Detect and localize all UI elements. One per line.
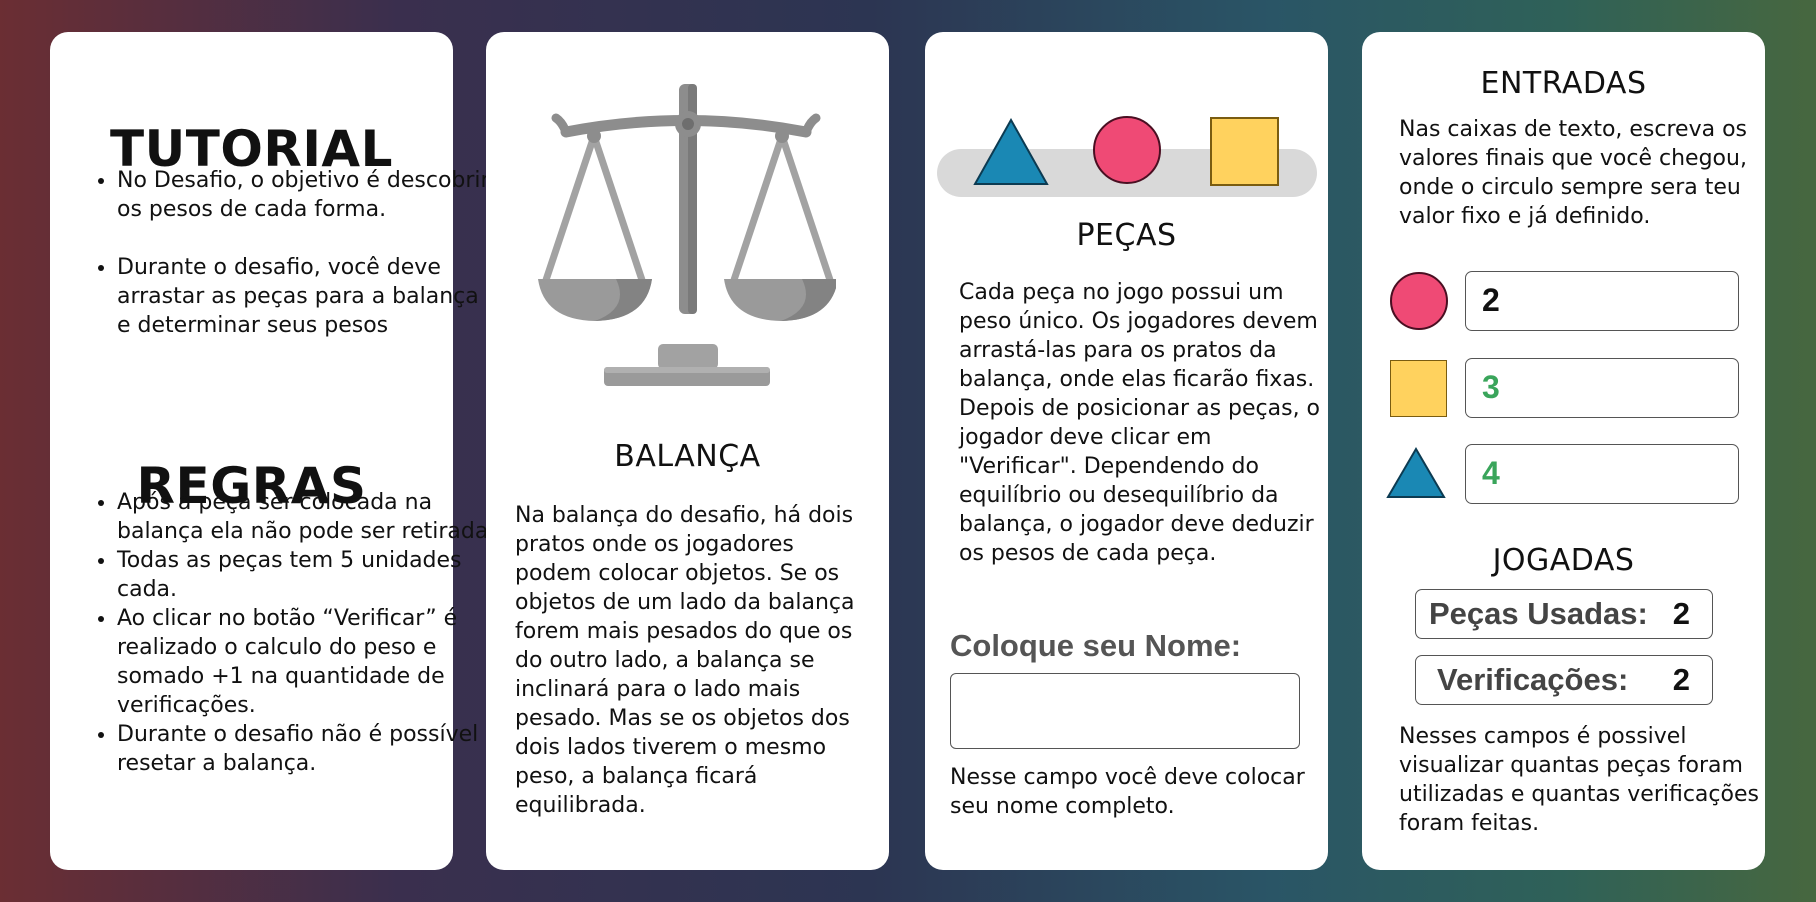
balance-description: Na balança do desafio, há dois pratos on… [515,503,855,818]
checks-label: Verificações: [1437,662,1629,697]
triangle-value-input[interactable]: 4 [1465,444,1739,504]
entries-description: Nas caixas de texto, escreva os valores … [1399,117,1748,229]
pieces-card: PEÇAS Cada peça no jogo possui um peso ú… [925,32,1328,870]
name-help-text: Nesse campo você deve colocar seu nome c… [950,765,1305,819]
balance-title: BALANÇA [614,439,761,474]
pieces-used-counter: Peças Usadas: 2 [1415,589,1713,639]
balance-scale-icon [538,84,836,386]
plays-description: Nesses campos é possivel visualizar quan… [1399,724,1759,836]
pieces-description: Cada peça no jogo possui um peso único. … [959,280,1321,566]
pieces-title: PEÇAS [1076,218,1177,253]
tutorial-item: Durante o desafio, você deve arrastar as… [117,253,497,340]
tutorial-item: No Desafio, o objetivo é descobrir os pe… [117,166,497,224]
rules-item: Durante o desafio não é possível resetar… [117,720,509,778]
rules-item: Ao clicar no botão “Verificar” é realiza… [117,604,509,720]
tutorial-card: TUTORIAL No Desafio, o objetivo é descob… [50,32,495,870]
square-icon [1390,360,1447,417]
triangle-icon[interactable] [973,118,1049,186]
name-input[interactable] [950,673,1300,749]
checks-counter: Verificações: 2 [1415,655,1713,705]
circle-icon[interactable] [1093,116,1161,184]
entries-title: ENTRADAS [1480,66,1647,101]
rules-list: Após a peça ser colocada na balança ela … [50,488,509,778]
tutorial-list: No Desafio, o objetivo é descobrir os pe… [50,166,497,340]
pieces-used-value: 2 [1672,596,1690,631]
balance-card: BALANÇA Na balança do desafio, há dois p… [486,32,889,870]
pieces-used-label: Peças Usadas: [1429,596,1648,631]
entries-card: ENTRADAS Nas caixas de texto, escreva os… [1362,32,1765,870]
circle-value-input[interactable]: 2 [1465,271,1739,331]
square-value-input[interactable]: 3 [1465,358,1739,418]
rules-item: Todas as peças tem 5 unidades cada. [117,546,509,604]
checks-value: 2 [1672,662,1690,697]
triangle-icon [1386,447,1446,498]
circle-icon [1390,272,1448,330]
square-icon[interactable] [1210,117,1279,186]
name-label: Coloque seu Nome: [950,628,1242,663]
plays-title: JOGADAS [1492,543,1635,578]
rules-item: Após a peça ser colocada na balança ela … [117,488,509,546]
